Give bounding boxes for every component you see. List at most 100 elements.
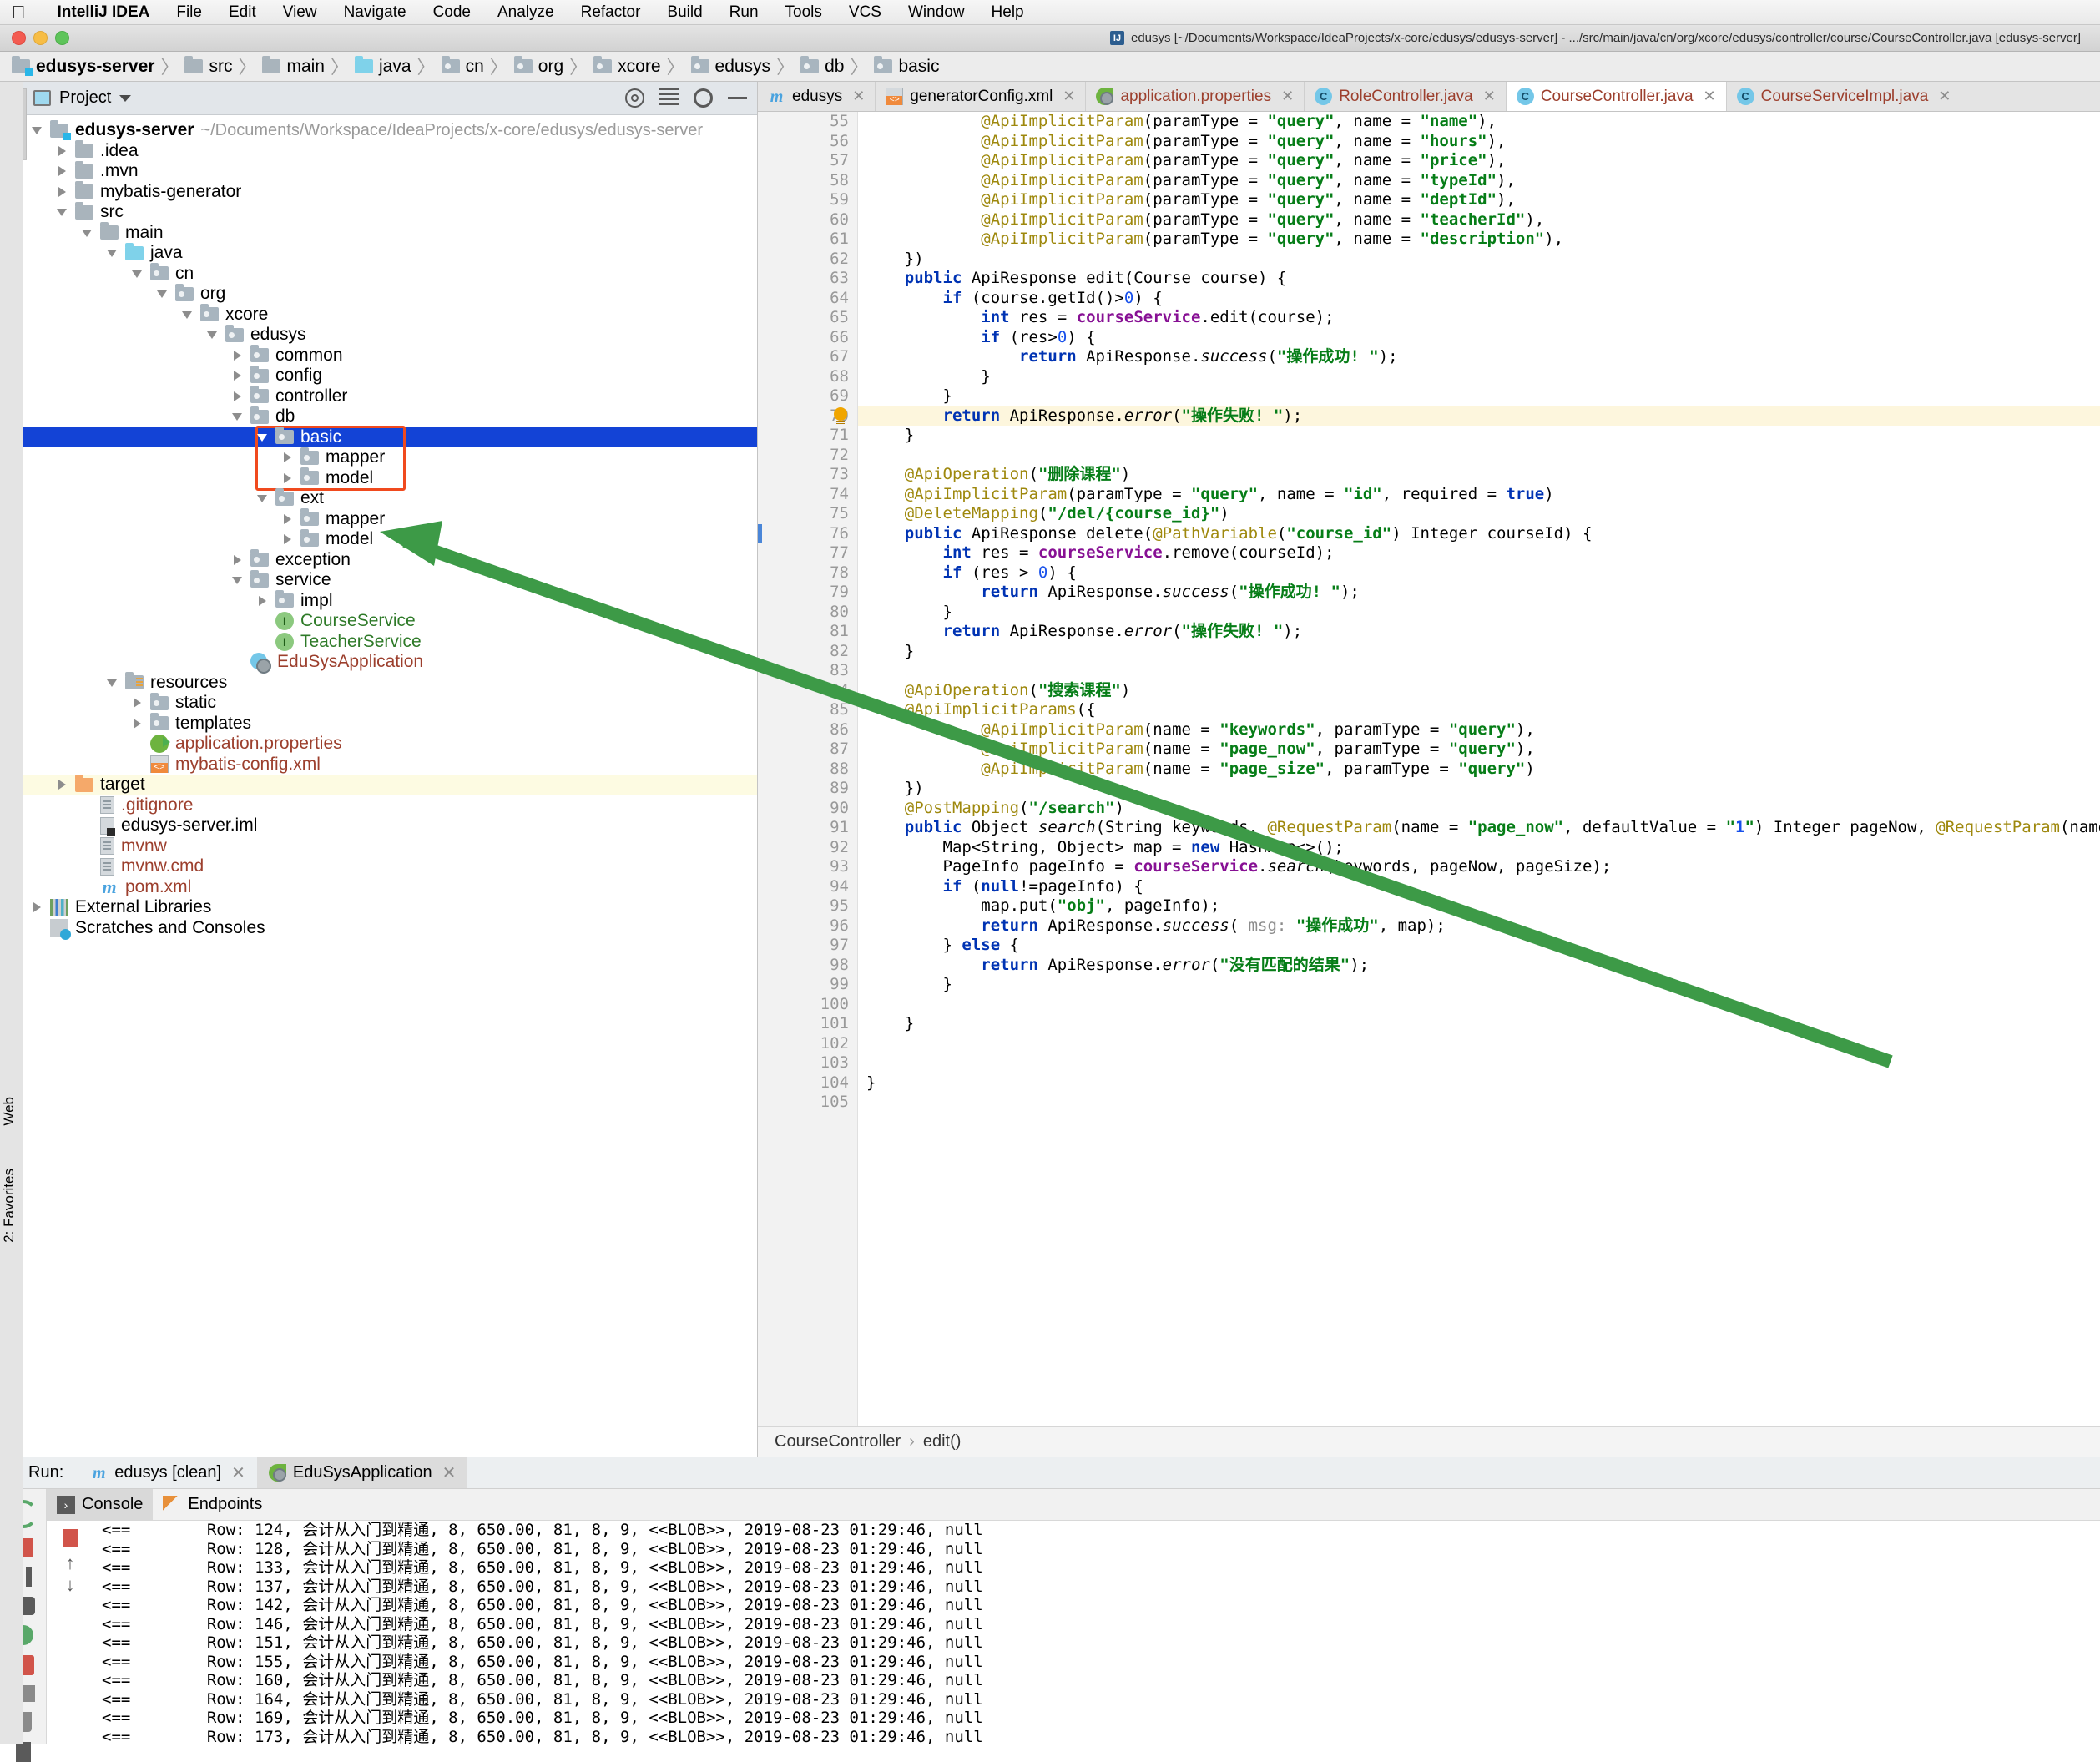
tree-item-teacherservice[interactable]: I TeacherService	[23, 632, 757, 653]
code-line[interactable]: @ApiImplicitParam(name = "keywords", par…	[858, 720, 2100, 740]
code-line[interactable]: if (res > 0) {	[858, 563, 2100, 583]
chevron-down-icon[interactable]	[257, 432, 269, 443]
chevron-right-icon[interactable]	[32, 901, 43, 913]
menu-item-build[interactable]: Build	[654, 3, 715, 22]
tree-item--gitignore[interactable]: .gitignore	[23, 795, 757, 816]
code-line[interactable]: map.put("obj", pageInfo);	[858, 896, 2100, 916]
menu-item-intellij-idea[interactable]: IntelliJ IDEA	[44, 3, 164, 22]
code-line[interactable]: })	[858, 779, 2100, 799]
tree-item-resources[interactable]: resources	[23, 672, 757, 694]
code-line[interactable]: @ApiImplicitParam(paramType = "query", n…	[858, 230, 2100, 250]
code-line[interactable]: @ApiImplicitParam(name = "page_now", par…	[858, 740, 2100, 760]
code-line[interactable]: @ApiImplicitParam(paramType = "query", n…	[858, 485, 2100, 505]
code-line[interactable]: public Object search(String keywords, @R…	[858, 818, 2100, 838]
breadcrumb-method[interactable]: edit()	[923, 1432, 962, 1452]
code-line[interactable]	[858, 1053, 2100, 1073]
chevron-right-icon[interactable]	[282, 472, 294, 484]
run-tab-edusys-clean[interactable]: m edusys [clean] ✕	[78, 1457, 257, 1488]
tree-item-edusys[interactable]: edusys	[23, 324, 757, 346]
tree-item-mybatis-config-xml[interactable]: mybatis-config.xml	[23, 755, 757, 775]
code-line[interactable]: public ApiResponse delete(@PathVariable(…	[858, 524, 2100, 544]
code-line[interactable]: @ApiImplicitParam(paramType = "query", n…	[858, 171, 2100, 191]
tree-item-mapper[interactable]: mapper	[23, 447, 757, 468]
breadcrumb-item-cn[interactable]: cn	[441, 56, 487, 77]
chevron-right-icon[interactable]	[132, 697, 144, 709]
breadcrumb-class[interactable]: CourseController	[775, 1432, 901, 1452]
chevron-right-icon[interactable]	[232, 554, 244, 566]
minimize-window-button[interactable]	[33, 31, 48, 45]
apple-menu-icon[interactable]: 	[12, 3, 26, 22]
maximize-window-button[interactable]	[55, 31, 69, 45]
breadcrumb-item-basic[interactable]: basic	[874, 56, 942, 77]
code-line[interactable]	[858, 1093, 2100, 1113]
tree-item-mybatis-generator[interactable]: mybatis-generator	[23, 181, 757, 203]
pin-icon[interactable]	[15, 1742, 31, 1762]
close-icon[interactable]: ✕	[231, 1462, 245, 1483]
tree-item-pom-xml[interactable]: m pom.xml	[23, 876, 757, 898]
code-line[interactable]: @DeleteMapping("/del/{course_id}")	[858, 504, 2100, 524]
chevron-right-icon[interactable]	[232, 391, 244, 402]
code-line[interactable]: @ApiImplicitParam(paramType = "query", n…	[858, 112, 2100, 132]
tree-item-common[interactable]: common	[23, 345, 757, 366]
code-line[interactable]: }	[858, 386, 2100, 406]
close-window-button[interactable]	[12, 31, 26, 45]
chevron-down-icon[interactable]	[257, 492, 269, 504]
tree-item-mapper[interactable]: mapper	[23, 508, 757, 530]
code-editor[interactable]: 55 56 57 58 59 60 61 62 63 64 65 66 67 68 69 70 71 72 73 74…	[758, 112, 2100, 1426]
tree-item-courseservice[interactable]: I CourseService	[23, 611, 757, 632]
tree-item-static[interactable]: static	[23, 692, 757, 714]
tree-item-templates[interactable]: templates	[23, 713, 757, 735]
code-line[interactable]: @ApiImplicitParam(paramType = "query", n…	[858, 151, 2100, 171]
close-icon[interactable]: ✕	[442, 1462, 457, 1483]
breadcrumb-item-src[interactable]: src	[184, 56, 235, 77]
tree-item-org[interactable]: org	[23, 283, 757, 305]
code-line[interactable]	[858, 1034, 2100, 1054]
code-line[interactable]: } else {	[858, 936, 2100, 956]
close-icon[interactable]: ✕	[1938, 88, 1951, 105]
chevron-right-icon[interactable]	[232, 350, 244, 361]
menu-item-analyze[interactable]: Analyze	[484, 3, 568, 22]
chevron-right-icon[interactable]	[282, 513, 294, 525]
close-icon[interactable]: ✕	[1063, 88, 1075, 105]
breadcrumb-item-xcore[interactable]: xcore	[593, 56, 664, 77]
code-line[interactable]: })	[858, 250, 2100, 270]
code-content[interactable]: @ApiImplicitParam(paramType = "query", n…	[858, 112, 2100, 1426]
code-line[interactable]: }	[858, 1014, 2100, 1034]
code-line[interactable]: }	[858, 367, 2100, 387]
chevron-right-icon[interactable]	[257, 595, 269, 607]
breadcrumb-item-org[interactable]: org	[513, 56, 567, 77]
code-line[interactable]: @ApiImplicitParam(paramType = "query", n…	[858, 190, 2100, 210]
code-line[interactable]: @PostMapping("/search")	[858, 799, 2100, 819]
chevron-down-icon[interactable]	[82, 227, 93, 239]
tab-console[interactable]: › Console	[47, 1489, 154, 1520]
tree-item-mvnw-cmd[interactable]: mvnw.cmd	[23, 856, 757, 877]
tab-endpoints[interactable]: Endpoints	[153, 1489, 272, 1520]
chevron-right-icon[interactable]	[232, 370, 244, 381]
breadcrumb-item-edusys-server[interactable]: edusys-server	[12, 56, 158, 77]
chevron-down-icon[interactable]	[57, 206, 68, 218]
menu-item-window[interactable]: Window	[895, 3, 978, 22]
code-line[interactable]: @ApiImplicitParam(paramType = "query", n…	[858, 132, 2100, 152]
scroll-down-icon[interactable]: ↓	[62, 1574, 78, 1596]
chevron-down-icon[interactable]	[107, 677, 119, 689]
breadcrumb-item-edusys[interactable]: edusys	[690, 56, 775, 77]
menu-item-tools[interactable]: Tools	[772, 3, 835, 22]
code-line[interactable]: Map<String, Object> map = new HashMap<>(…	[858, 838, 2100, 858]
code-line[interactable]: return ApiResponse.success("操作成功! ");	[858, 347, 2100, 367]
code-line[interactable]: public ApiResponse edit(Course course) {	[858, 269, 2100, 289]
menu-item-refactor[interactable]: Refactor	[568, 3, 654, 22]
editor-tab-rolecontroller-java[interactable]: C RoleController.java ✕	[1305, 82, 1507, 111]
chevron-down-icon[interactable]	[182, 309, 194, 321]
code-line[interactable]: @ApiOperation("删除课程")	[858, 465, 2100, 485]
close-icon[interactable]: ✕	[1704, 88, 1716, 105]
code-line[interactable]: }	[858, 603, 2100, 623]
editor-tab-generatorconfig-xml[interactable]: generatorConfig.xml ✕	[876, 82, 1087, 111]
code-line[interactable]: return ApiResponse.success("操作成功! ");	[858, 583, 2100, 603]
code-line[interactable]: }	[858, 426, 2100, 446]
tree-item-mvnw[interactable]: mvnw	[23, 836, 757, 857]
tree-item-edusys-server-iml[interactable]: edusys-server.iml	[23, 815, 757, 836]
tree-item-db[interactable]: db	[23, 406, 757, 427]
tree-item-cn[interactable]: cn	[23, 263, 757, 285]
tree-item-scratches-and-consoles[interactable]: Scratches and Consoles	[23, 918, 757, 940]
run-tab-edusysapplication[interactable]: EduSysApplication ✕	[256, 1457, 468, 1488]
